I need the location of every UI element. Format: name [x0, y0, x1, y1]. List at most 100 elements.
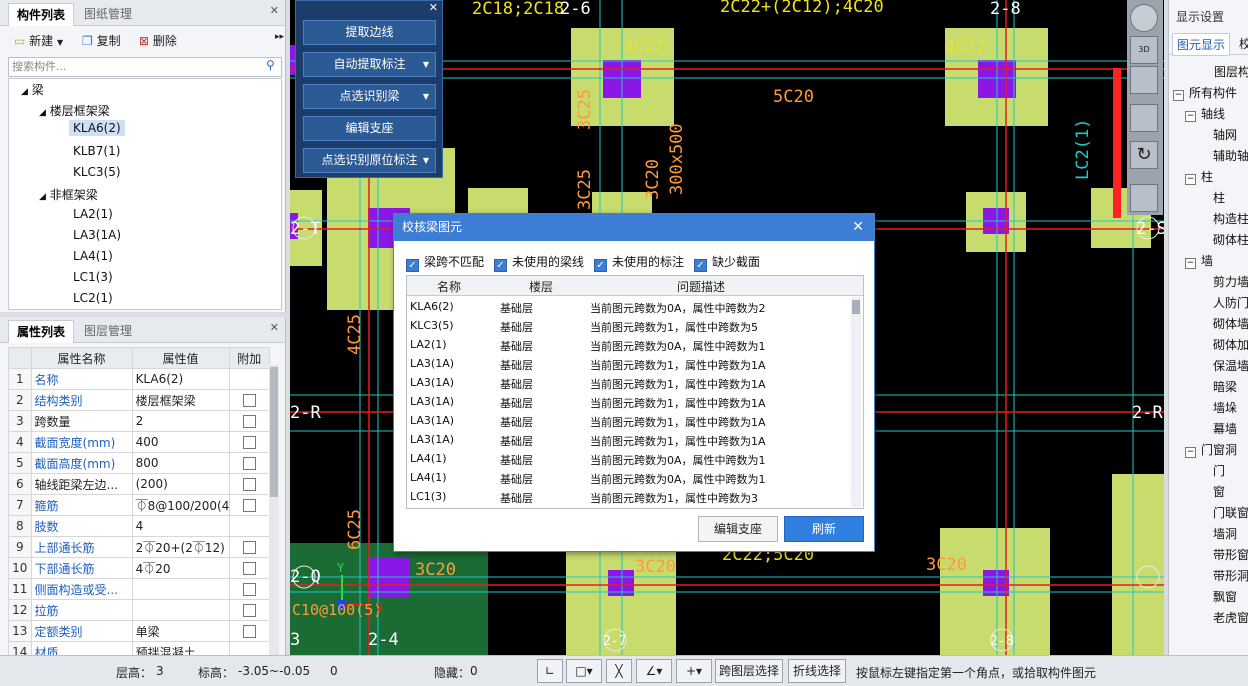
- tree-node[interactable]: − 所有构件: [1173, 84, 1237, 101]
- tree-item[interactable]: 砌体墙: [1213, 315, 1248, 332]
- collapse-icon[interactable]: −: [1173, 90, 1184, 101]
- tree-item[interactable]: 带形洞: [1213, 567, 1248, 584]
- tab-check[interactable]: 校: [1239, 35, 1248, 52]
- extra-checkbox[interactable]: [242, 478, 256, 491]
- close-icon[interactable]: ✕: [852, 214, 864, 241]
- tree-item[interactable]: KLB7(1): [73, 144, 120, 158]
- tab-layer-management[interactable]: 图层管理: [76, 320, 140, 343]
- tree-item[interactable]: LC2(1): [73, 291, 113, 305]
- extra-checkbox[interactable]: [242, 457, 256, 470]
- tree-node[interactable]: − 门窗洞: [1185, 441, 1237, 458]
- table-row[interactable]: LA3(1A) 基础层 当前图元跨数为1，属性中跨数为1A: [407, 430, 847, 449]
- check-unused-beam-lines[interactable]: ✓ 未使用的梁线: [494, 253, 584, 272]
- table-row[interactable]: 12 拉筋: [8, 599, 271, 621]
- dropdown-arrow-icon[interactable]: ▼: [423, 85, 429, 108]
- tree-item[interactable]: 剪力墙: [1213, 273, 1248, 290]
- tree-item[interactable]: 门: [1213, 462, 1225, 479]
- scrollbar[interactable]: [851, 297, 861, 507]
- extra-checkbox[interactable]: [242, 625, 256, 638]
- tree-item[interactable]: 保温墙: [1213, 357, 1248, 374]
- scrollbar-thumb[interactable]: [852, 300, 860, 314]
- collapse-icon[interactable]: ◢: [39, 108, 46, 118]
- collapse-icon[interactable]: −: [1185, 447, 1196, 458]
- table-row[interactable]: LA3(1A) 基础层 当前图元跨数为1，属性中跨数为1A: [407, 354, 847, 373]
- table-row[interactable]: 10 下部通长筋 4⏁20: [8, 557, 271, 579]
- tree-item-selected[interactable]: KLA6(2): [69, 120, 125, 136]
- dialog-titlebar[interactable]: 校核梁图元 ✕: [394, 214, 874, 241]
- table-row[interactable]: 5 截面高度(mm) 800: [8, 452, 271, 474]
- collapse-icon[interactable]: ◢: [39, 192, 46, 202]
- table-row[interactable]: 9 上部通长筋 2⏁20+(2⏁12): [8, 536, 271, 558]
- collapse-icon[interactable]: −: [1185, 174, 1196, 185]
- table-row[interactable]: 11 侧面构造或受...: [8, 578, 271, 600]
- dim-icon[interactable]: +▾: [676, 659, 712, 683]
- table-row[interactable]: LA4(1) 基础层 当前图元跨数为0A，属性中跨数为1: [407, 449, 847, 468]
- checkbox-checked-icon[interactable]: ✓: [406, 259, 419, 272]
- dropdown-arrow-icon[interactable]: ▼: [423, 149, 429, 172]
- table-row[interactable]: LA2(1) 基础层 当前图元跨数为0A，属性中跨数为1: [407, 335, 847, 354]
- tab-component-list[interactable]: 构件列表: [8, 3, 75, 26]
- 3d-view-icon[interactable]: 3D: [1130, 36, 1158, 64]
- tree-item[interactable]: 墙洞: [1213, 525, 1237, 542]
- tree-node-frame-beam[interactable]: ◢ 楼层框架梁: [39, 102, 110, 119]
- table-row[interactable]: 6 轴线距梁左边... (200): [8, 473, 271, 495]
- table-row[interactable]: LA3(1A) 基础层 当前图元跨数为1，属性中跨数为1A: [407, 392, 847, 411]
- rotate-icon[interactable]: ↻: [1130, 141, 1158, 169]
- more-icon[interactable]: ▸▸: [275, 32, 284, 42]
- collapse-icon[interactable]: −: [1185, 111, 1196, 122]
- tree-item[interactable]: 飘窗: [1213, 588, 1237, 605]
- tree-item[interactable]: LA2(1): [73, 207, 113, 221]
- tree-item[interactable]: 辅助轴: [1213, 147, 1248, 164]
- delete-button[interactable]: ⊠ 删除: [139, 32, 177, 49]
- tree-item[interactable]: 人防门: [1213, 294, 1248, 311]
- table-row[interactable]: 1 名称 KLA6(2): [8, 368, 271, 390]
- pick-inplace-annotation-button[interactable]: 点选识别原位标注 ▼: [303, 148, 436, 173]
- collapse-icon[interactable]: −: [1185, 258, 1196, 269]
- tree-item[interactable]: 轴网: [1213, 126, 1237, 143]
- angle-icon[interactable]: ∠▾: [636, 659, 672, 683]
- edit-support-button[interactable]: 编辑支座: [303, 116, 436, 141]
- table-row[interactable]: LA3(1A) 基础层 当前图元跨数为1，属性中跨数为1A: [407, 373, 847, 392]
- edit-support-dialog-button[interactable]: 编辑支座: [698, 516, 778, 542]
- tree-item[interactable]: 门联窗: [1213, 504, 1248, 521]
- tab-element-display[interactable]: 图元显示: [1172, 33, 1231, 56]
- close-icon[interactable]: ✕: [270, 321, 279, 334]
- tree-node[interactable]: − 墙: [1185, 252, 1213, 269]
- cube-view-icon[interactable]: [1130, 66, 1158, 94]
- dropdown-arrow-icon[interactable]: ▼: [57, 38, 63, 47]
- tree-item[interactable]: 窗: [1213, 483, 1225, 500]
- collapse-icon[interactable]: ◢: [21, 87, 28, 97]
- polyline-select-button[interactable]: 折线选择: [788, 659, 846, 683]
- extra-checkbox[interactable]: [242, 562, 256, 575]
- extra-checkbox[interactable]: [242, 541, 256, 554]
- search-input[interactable]: 搜索构件...: [8, 57, 282, 77]
- dropdown-arrow-icon[interactable]: ▼: [423, 53, 429, 76]
- refresh-button[interactable]: 刷新: [784, 516, 864, 542]
- table-row[interactable]: 2 结构类别 楼层框架梁: [8, 389, 271, 411]
- tree-item[interactable]: LA4(1): [73, 249, 113, 263]
- table-row[interactable]: LA3(1A) 基础层 当前图元跨数为1，属性中跨数为1A: [407, 411, 847, 430]
- checkbox-checked-icon[interactable]: ✓: [694, 259, 707, 272]
- close-icon[interactable]: ✕: [270, 4, 279, 17]
- ortho-icon[interactable]: ∟: [537, 659, 563, 683]
- tree-item[interactable]: 墙垛: [1213, 399, 1237, 416]
- check-unused-annotations[interactable]: ✓ 未使用的标注: [594, 253, 684, 272]
- close-icon[interactable]: ✕: [429, 1, 438, 14]
- tree-item[interactable]: 砌体加: [1213, 336, 1248, 353]
- tab-drawing-management[interactable]: 图纸管理: [76, 3, 140, 26]
- table-row[interactable]: 4 截面宽度(mm) 400: [8, 431, 271, 453]
- tree-item[interactable]: 带形窗: [1213, 546, 1248, 563]
- check-span-mismatch[interactable]: ✓ 梁跨不匹配: [406, 253, 484, 272]
- extra-checkbox[interactable]: [242, 499, 256, 512]
- tree-item[interactable]: 暗梁: [1213, 378, 1237, 395]
- tree-item[interactable]: LC1(3): [73, 270, 113, 284]
- auto-extract-annotation-button[interactable]: 自动提取标注 ▼: [303, 52, 436, 77]
- checkbox-checked-icon[interactable]: ✓: [594, 259, 607, 272]
- tree-node-beam[interactable]: ◢ 梁: [21, 81, 44, 98]
- tree-node[interactable]: − 柱: [1185, 168, 1213, 185]
- search-icon[interactable]: ⚲: [266, 58, 275, 72]
- extra-checkbox[interactable]: [242, 415, 256, 428]
- copy-button[interactable]: ❐ 复制: [82, 32, 121, 49]
- table-row[interactable]: 13 定额类别 单梁: [8, 620, 271, 642]
- table-row[interactable]: 8 肢数 4: [8, 515, 271, 537]
